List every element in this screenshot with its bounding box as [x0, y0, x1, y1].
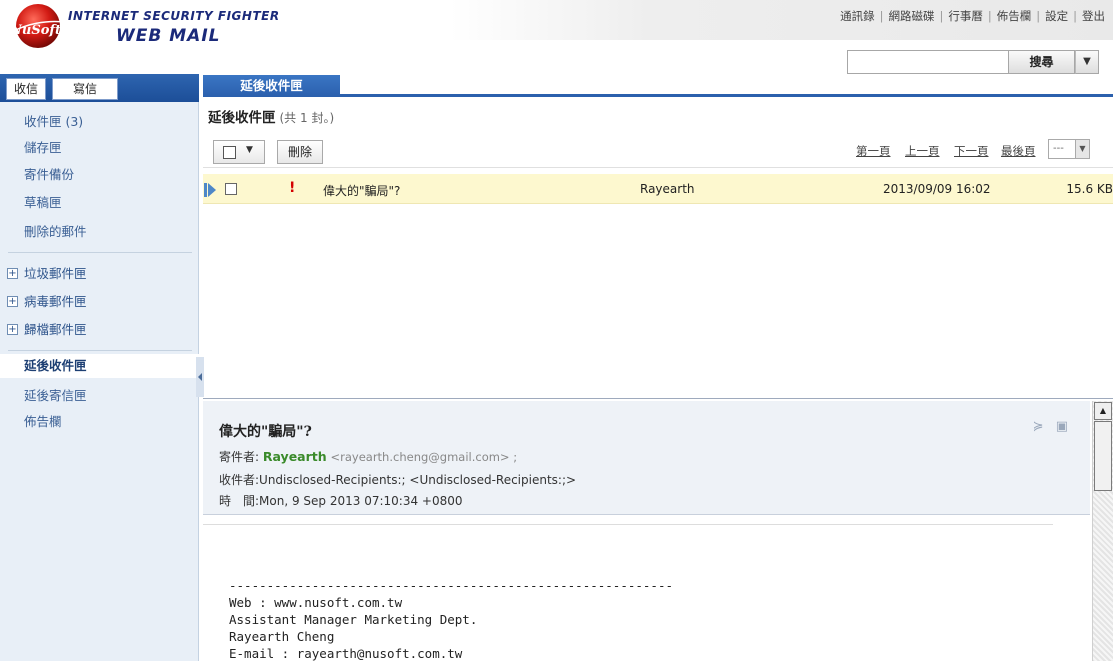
collapse-icon[interactable]: ≽ [1033, 419, 1044, 434]
time-label: 時 間: [219, 494, 260, 508]
content-tabbar: 延後收件匣 [203, 74, 1113, 97]
logo-wordmark: NuSoft [9, 23, 61, 38]
vertical-scrollbar[interactable]: ▲ [1092, 401, 1113, 661]
folder-spam-label: 垃圾郵件匣 [24, 266, 87, 281]
logo-title-line2: WEB MAIL [116, 26, 221, 46]
message-sender: Rayearth [640, 182, 695, 196]
receive-mail-button[interactable]: 收信 [6, 78, 46, 100]
tab-delayed-inbox[interactable]: 延後收件匣 [203, 75, 340, 97]
body-line: Rayearth Cheng [229, 629, 335, 644]
message-body: ----------------------------------------… [229, 577, 673, 661]
first-page-link[interactable]: 第一頁 [856, 143, 891, 159]
body-line: ----------------------------------------… [229, 578, 674, 593]
page-select-value: --- [1053, 143, 1064, 154]
folder-archive[interactable]: + 歸檔郵件匣 [0, 318, 199, 342]
search-button[interactable]: 搜尋 [1009, 50, 1075, 74]
body-line: Assistant Manager Marketing Dept. [229, 612, 478, 627]
folder-saved[interactable]: 儲存匣 [0, 136, 199, 160]
logo-title-line1: INTERNET SECURITY FIGHTER [68, 9, 280, 23]
header: NuSoft INTERNET SECURITY FIGHTER WEB MAI… [0, 0, 1113, 74]
sidebar-divider [8, 350, 192, 351]
time-value: Mon, 9 Sep 2013 07:10:34 +0800 [259, 494, 463, 508]
top-links: 通訊錄 | 網路磁碟 | 行事曆 | 佈告欄 | 設定 | 登出 [840, 9, 1105, 23]
page-select[interactable]: --- ▼ [1048, 139, 1090, 159]
header-actions: ≽ ▣ [1033, 419, 1068, 434]
sender-email: <rayearth.cheng@gmail.com> ; [330, 450, 518, 464]
time-line: 時 間:Mon, 9 Sep 2013 07:10:34 +0800 [219, 492, 463, 509]
folder-drafts[interactable]: 草稿匣 [0, 191, 199, 215]
sidebar: 收信 寫信 收件匣 (3) 儲存匣 寄件備份 草稿匣 刪除的郵件 + 垃圾郵件匣 … [0, 74, 204, 661]
scroll-up-icon[interactable]: ▲ [1094, 402, 1112, 420]
folder-archive-label: 歸檔郵件匣 [24, 322, 87, 337]
recipient-line: 收件者:Undisclosed-Recipients:; <Undisclose… [219, 471, 576, 488]
select-all-dropdown[interactable]: ▼ [213, 140, 265, 164]
search-input[interactable] [847, 50, 1009, 74]
folder-bulletin[interactable]: 佈告欄 [0, 410, 199, 434]
next-page-link[interactable]: 下一頁 [954, 143, 989, 159]
sender-name[interactable]: Rayearth [263, 449, 327, 464]
link-calendar[interactable]: 行事曆 [948, 9, 983, 23]
row-indicator-bar [204, 183, 207, 197]
list-toolbar: ▼ 刪除 第一頁 上一頁 下一頁 最後頁 --- ▼ [203, 134, 1113, 168]
body-separator [203, 524, 1053, 525]
save-icon[interactable]: ▣ [1056, 419, 1068, 434]
main-content: 延後收件匣 延後收件匣 (共 1 封。) ▼ 刪除 第一頁 上一頁 下一頁 最後頁… [203, 74, 1113, 661]
priority-icon: ! [289, 180, 296, 196]
prev-page-link[interactable]: 上一頁 [905, 143, 940, 159]
chevron-down-icon: ▼ [1075, 140, 1089, 158]
sender-line: 寄件者: Rayearth <rayearth.cheng@gmail.com>… [219, 448, 517, 465]
folder-virus-label: 病毒郵件匣 [24, 294, 87, 309]
sidebar-divider [8, 252, 192, 253]
body-line: E-mail : rayearth@nusoft.com.tw [229, 646, 463, 661]
checkbox-icon [223, 146, 236, 159]
link-contacts[interactable]: 通訊錄 [840, 9, 875, 23]
reader-subject: 偉大的"騙局"? [219, 424, 312, 440]
folder-trash[interactable]: 刪除的郵件 [0, 220, 199, 244]
selected-arrow-icon [208, 183, 216, 197]
page-title-text: 延後收件匣 [208, 110, 276, 126]
folder-sent[interactable]: 寄件備份 [0, 163, 199, 187]
folder-inbox[interactable]: 收件匣 (3) [0, 110, 199, 134]
recipient-value: Undisclosed-Recipients:; <Undisclosed-Re… [259, 473, 577, 487]
chevron-down-icon: ▼ [246, 145, 253, 155]
link-bulletin[interactable]: 佈告欄 [997, 9, 1032, 23]
expand-icon[interactable]: + [7, 324, 18, 335]
webmail-app: NuSoft INTERNET SECURITY FIGHTER WEB MAI… [0, 0, 1113, 661]
row-checkbox[interactable] [225, 183, 237, 195]
nusoft-logo-icon: NuSoft [9, 4, 65, 48]
folder-virus[interactable]: + 病毒郵件匣 [0, 290, 199, 314]
compose-mail-button[interactable]: 寫信 [52, 78, 118, 100]
reading-pane: 偉大的"騙局"? ≽ ▣ 寄件者: Rayearth <rayearth.che… [203, 398, 1113, 661]
sidebar-tabbar: 收信 寫信 [0, 74, 199, 102]
link-settings[interactable]: 設定 [1045, 9, 1068, 23]
message-count: (共 1 封。) [279, 111, 335, 125]
link-logout[interactable]: 登出 [1082, 9, 1105, 23]
scroll-thumb[interactable] [1094, 421, 1112, 491]
delete-button[interactable]: 刪除 [277, 140, 323, 164]
expand-icon[interactable]: + [7, 296, 18, 307]
body-line: Web : www.nusoft.com.tw [229, 595, 403, 610]
folder-delayed-inbox[interactable]: 延後收件匣 [0, 354, 199, 378]
message-size: 15.6 KB [1066, 182, 1113, 196]
message-subject[interactable]: 偉大的"騙局"? [323, 182, 400, 199]
message-date: 2013/09/09 16:02 [883, 182, 991, 196]
link-network-disk[interactable]: 網路磁碟 [889, 9, 935, 23]
last-page-link[interactable]: 最後頁 [1001, 143, 1036, 159]
recipient-label: 收件者: [219, 473, 260, 487]
sender-label: 寄件者: [219, 450, 260, 464]
expand-icon[interactable]: + [7, 268, 18, 279]
page-title: 延後收件匣 (共 1 封。) [208, 106, 334, 126]
folder-spam[interactable]: + 垃圾郵件匣 [0, 262, 199, 286]
message-row[interactable]: ! 偉大的"騙局"? Rayearth 2013/09/09 16:02 15.… [203, 174, 1113, 204]
chevron-down-icon: ▼ [1083, 56, 1091, 67]
message-header: 偉大的"騙局"? ≽ ▣ 寄件者: Rayearth <rayearth.che… [203, 401, 1090, 515]
search-options-dropdown[interactable]: ▼ [1075, 50, 1099, 74]
folder-delayed-outbox[interactable]: 延後寄信匣 [0, 384, 199, 408]
